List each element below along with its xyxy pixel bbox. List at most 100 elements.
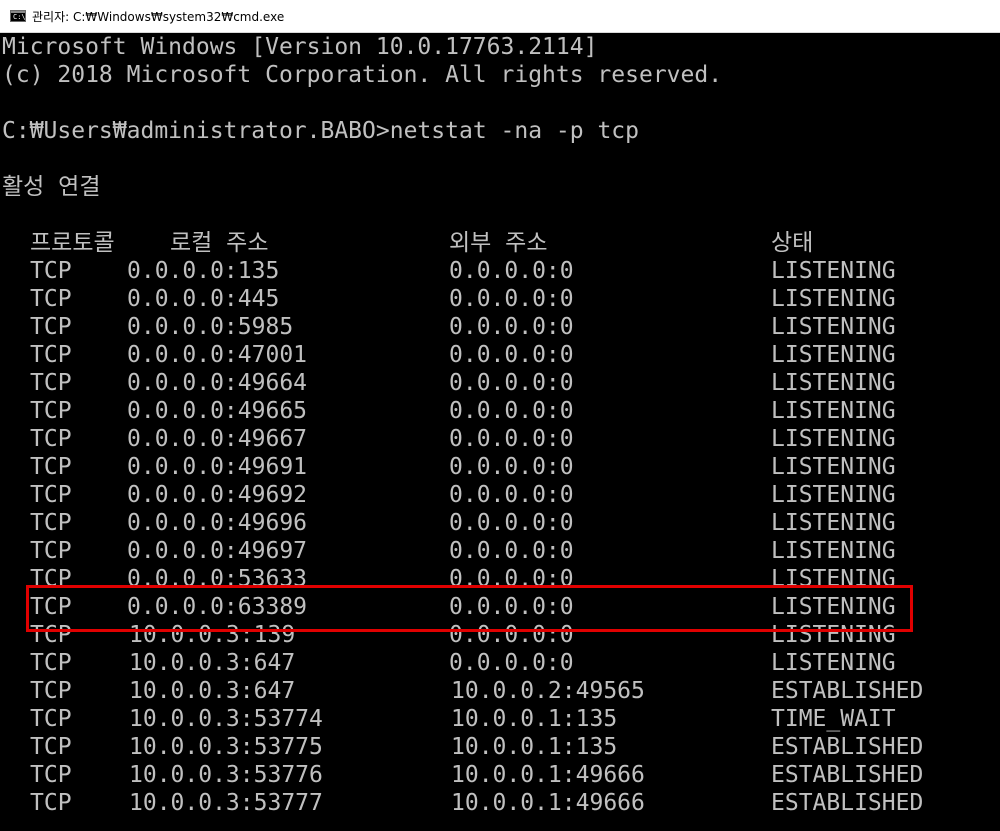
table-header: 프로토콜 로컬 주소 외부 주소 상태 [0, 229, 1000, 257]
row-proto: TCP [30, 650, 72, 676]
row-local-address: 0.0.0.0:5985 [127, 314, 294, 340]
row-local-address: 0.0.0.0:445 [127, 286, 280, 312]
row-state: LISTENING [771, 566, 896, 592]
row-local-address: 10.0.0.3:53774 [129, 706, 323, 732]
table-row: TCP 0.0.0.0:445 0.0.0.0:0 LISTENING [0, 285, 1000, 313]
header-local: 로컬 주소 [170, 230, 269, 256]
table-row: TCP 10.0.0.3:53775 10.0.0.1:135 ESTABLIS… [0, 733, 1000, 761]
row-proto: TCP [30, 398, 72, 424]
row-proto: TCP [30, 538, 72, 564]
row-local-address: 0.0.0.0:53633 [127, 566, 308, 592]
table-row: TCP 0.0.0.0:49667 0.0.0.0:0 LISTENING [0, 425, 1000, 453]
row-proto: TCP [30, 510, 72, 536]
row-state: TIME_WAIT [771, 706, 896, 732]
row-local-address: 10.0.0.3:53776 [129, 762, 323, 788]
banner-copyright-line: (c) 2018 Microsoft Corporation. All righ… [2, 62, 723, 88]
command-line: C:₩Users₩administrator.BABO>netstat -na … [2, 117, 639, 145]
row-foreign-address: 0.0.0.0:0 [449, 454, 574, 480]
table-row: TCP 0.0.0.0:49697 0.0.0.0:0 LISTENING [0, 537, 1000, 565]
row-proto: TCP [30, 482, 72, 508]
header-foreign: 외부 주소 [449, 230, 548, 256]
row-local-address: 0.0.0.0:47001 [127, 342, 308, 368]
row-foreign-address: 10.0.0.2:49565 [451, 678, 645, 704]
row-foreign-address: 0.0.0.0:0 [449, 650, 574, 676]
window-title: 관리자: C:₩Windows₩system32₩cmd.exe [32, 9, 285, 24]
table-row: TCP 10.0.0.3:53774 10.0.0.1:135 TIME_WAI… [0, 705, 1000, 733]
row-local-address: 10.0.0.3:53777 [129, 790, 323, 816]
table-row: TCP 0.0.0.0:53633 0.0.0.0:0 LISTENING [0, 565, 1000, 593]
row-proto: TCP [30, 678, 72, 704]
table-row: TCP 0.0.0.0:49664 0.0.0.0:0 LISTENING [0, 369, 1000, 397]
row-local-address: 0.0.0.0:49692 [127, 482, 308, 508]
console-app-icon[interactable]: C:\ [10, 10, 26, 22]
section-title: 활성 연결 [2, 174, 101, 200]
row-state: ESTABLISHED [771, 734, 924, 760]
prompt-path: C:₩Users₩administrator.BABO> [2, 118, 390, 144]
table-row: TCP 0.0.0.0:49692 0.0.0.0:0 LISTENING [0, 481, 1000, 509]
row-state: LISTENING [771, 258, 896, 284]
row-local-address: 0.0.0.0:49665 [127, 398, 308, 424]
row-foreign-address: 0.0.0.0:0 [449, 286, 574, 312]
table-row: TCP 0.0.0.0:49665 0.0.0.0:0 LISTENING [0, 397, 1000, 425]
table-row: TCP 0.0.0.0:63389 0.0.0.0:0 LISTENING [0, 593, 1000, 621]
row-foreign-address: 0.0.0.0:0 [449, 594, 574, 620]
row-local-address: 0.0.0.0:49691 [127, 454, 308, 480]
row-proto: TCP [30, 258, 72, 284]
row-foreign-address: 0.0.0.0:0 [449, 566, 574, 592]
window-titlebar[interactable]: C:\ 관리자: C:₩Windows₩system32₩cmd.exe [0, 0, 1000, 33]
table-row: TCP 0.0.0.0:49691 0.0.0.0:0 LISTENING [0, 453, 1000, 481]
row-proto: TCP [30, 622, 72, 648]
row-proto: TCP [30, 426, 72, 452]
table-row: TCP 0.0.0.0:5985 0.0.0.0:0 LISTENING [0, 313, 1000, 341]
row-local-address: 10.0.0.3:139 [129, 622, 296, 648]
row-foreign-address: 10.0.0.1:49666 [451, 790, 645, 816]
row-state: LISTENING [771, 622, 896, 648]
row-local-address: 0.0.0.0:49664 [127, 370, 308, 396]
row-local-address: 10.0.0.3:53775 [129, 734, 323, 760]
table-row: TCP 10.0.0.3:139 0.0.0.0:0 LISTENING [0, 621, 1000, 649]
row-proto: TCP [30, 734, 72, 760]
cmd-window: C:\ 관리자: C:₩Windows₩system32₩cmd.exe Mic… [0, 0, 1000, 831]
row-foreign-address: 0.0.0.0:0 [449, 370, 574, 396]
row-foreign-address: 10.0.0.1:49666 [451, 762, 645, 788]
row-foreign-address: 0.0.0.0:0 [449, 398, 574, 424]
row-state: ESTABLISHED [771, 762, 924, 788]
row-foreign-address: 10.0.0.1:135 [451, 734, 618, 760]
banner-version-line: Microsoft Windows [Version 10.0.17763.21… [2, 34, 598, 60]
row-foreign-address: 0.0.0.0:0 [449, 314, 574, 340]
row-state: ESTABLISHED [771, 790, 924, 816]
row-state: LISTENING [771, 370, 896, 396]
row-state: LISTENING [771, 510, 896, 536]
row-foreign-address: 0.0.0.0:0 [449, 622, 574, 648]
row-proto: TCP [30, 342, 72, 368]
header-state: 상태 [771, 230, 814, 256]
table-row: TCP 0.0.0.0:47001 0.0.0.0:0 LISTENING [0, 341, 1000, 369]
table-row: TCP 10.0.0.3:647 10.0.0.2:49565 ESTABLIS… [0, 677, 1000, 705]
command-text: netstat -na -p tcp [389, 118, 639, 144]
row-state: LISTENING [771, 286, 896, 312]
row-proto: TCP [30, 790, 72, 816]
row-proto: TCP [30, 706, 72, 732]
row-foreign-address: 0.0.0.0:0 [449, 538, 574, 564]
row-proto: TCP [30, 594, 72, 620]
row-local-address: 10.0.0.3:647 [129, 650, 296, 676]
row-foreign-address: 0.0.0.0:0 [449, 482, 574, 508]
console-app-icon-glyph: C:\ [13, 13, 26, 21]
row-local-address: 10.0.0.3:647 [129, 678, 296, 704]
table-row: TCP 10.0.0.3:53776 10.0.0.1:49666 ESTABL… [0, 761, 1000, 789]
table-row: TCP 0.0.0.0:135 0.0.0.0:0 LISTENING [0, 257, 1000, 285]
row-state: ESTABLISHED [771, 678, 924, 704]
row-foreign-address: 0.0.0.0:0 [449, 342, 574, 368]
row-proto: TCP [30, 566, 72, 592]
row-state: LISTENING [771, 426, 896, 452]
row-proto: TCP [30, 762, 72, 788]
row-foreign-address: 10.0.0.1:135 [451, 706, 618, 732]
row-foreign-address: 0.0.0.0:0 [449, 426, 574, 452]
row-local-address: 0.0.0.0:49696 [127, 510, 308, 536]
table-row: TCP 10.0.0.3:53777 10.0.0.1:49666 ESTABL… [0, 789, 1000, 817]
console-output[interactable]: Microsoft Windows [Version 10.0.17763.21… [0, 33, 1000, 831]
row-state: LISTENING [771, 594, 896, 620]
row-local-address: 0.0.0.0:49697 [127, 538, 308, 564]
row-local-address: 0.0.0.0:135 [127, 258, 280, 284]
row-state: LISTENING [771, 650, 896, 676]
